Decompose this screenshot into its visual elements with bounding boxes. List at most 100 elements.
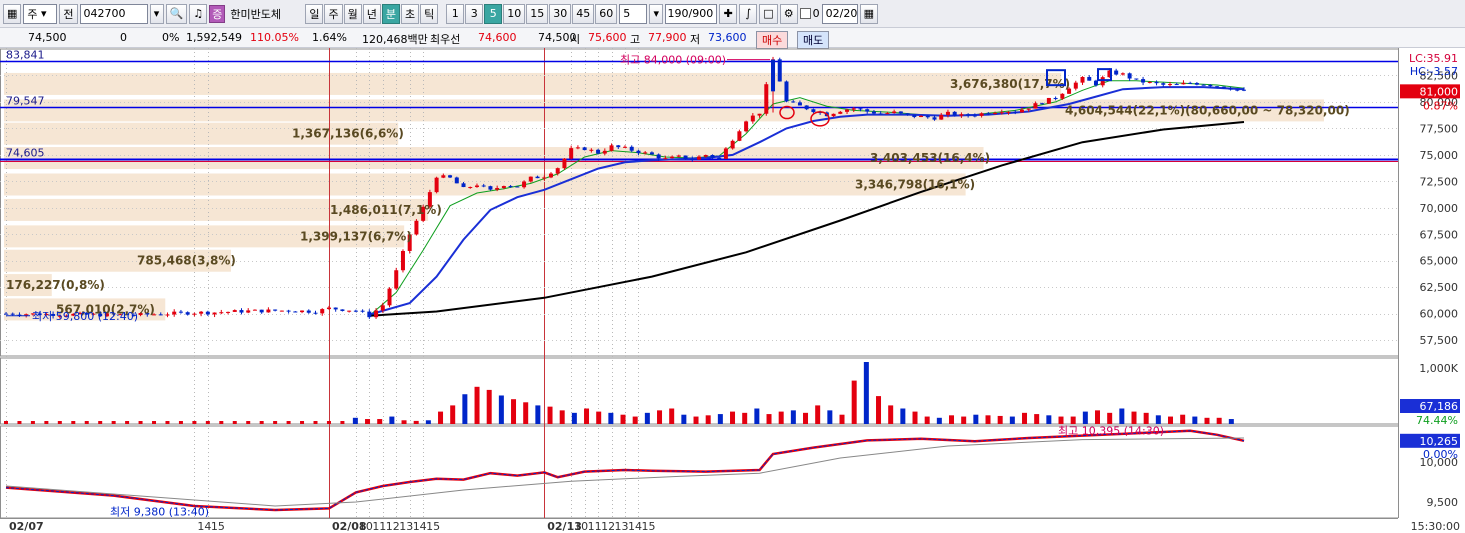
interval-dropdown-button[interactable]: ▾	[649, 3, 664, 24]
candle-body	[279, 310, 284, 312]
tab-period-6[interactable]: 틱	[420, 3, 439, 24]
chart-compare-icon[interactable]: ∫	[739, 3, 758, 24]
candle-body	[623, 146, 627, 148]
volume-pane[interactable]	[0, 357, 1399, 425]
tab-period-1[interactable]: 주	[324, 3, 343, 24]
calendar-icon[interactable]: ▦	[859, 3, 879, 24]
candle-body	[676, 155, 681, 157]
tab-period-3[interactable]: 년	[362, 3, 381, 24]
candle-body	[838, 111, 843, 114]
candle-body	[374, 310, 379, 318]
volume-bar	[620, 414, 626, 424]
candle-body	[488, 186, 493, 190]
volume-bar	[365, 419, 371, 424]
volume-bar	[851, 380, 857, 424]
date-input[interactable]: 02/20	[821, 3, 858, 24]
tab-interval-3[interactable]: 10	[503, 3, 526, 24]
low-annotation: 최저 59,800 (12:40)	[32, 310, 138, 323]
y-tick-label: 62,500	[1420, 281, 1459, 294]
interval-input[interactable]: 5	[619, 3, 648, 24]
tab-interval-2[interactable]: 5	[484, 3, 503, 24]
tab-period-2[interactable]: 월	[343, 3, 362, 24]
candle-body	[1147, 81, 1152, 83]
index-value-label: 10,265	[1420, 435, 1459, 448]
tab-period-4[interactable]: 분	[381, 3, 400, 24]
tab-interval-0[interactable]: 1	[446, 3, 465, 24]
sell-button[interactable]: 매도	[797, 31, 830, 49]
stock-code-input[interactable]: 042700	[79, 3, 148, 24]
index-high-annotation: 최고 10,395 (14:30)	[1058, 424, 1164, 437]
tab-interval-6[interactable]: 45	[572, 3, 595, 24]
tab-period-5[interactable]: 초	[400, 3, 420, 24]
candle-body	[986, 113, 991, 115]
volume-bar	[912, 411, 918, 424]
x-tick-label: 14	[197, 520, 211, 533]
volume-tick-label: 1,000K	[1419, 362, 1458, 375]
code-dropdown-button[interactable]: ▾	[149, 3, 164, 24]
chart-area[interactable]: 83,841 79,547 74,605 3,676,380(17,7%) 4,604,…	[0, 48, 1465, 533]
volume-bar	[1228, 419, 1234, 424]
date-checkbox[interactable]	[799, 8, 811, 19]
save-icon[interactable]: □	[759, 3, 778, 24]
candle-body	[1201, 84, 1206, 86]
candle-body	[4, 313, 8, 315]
candle-body	[10, 313, 15, 315]
candle-body	[259, 309, 264, 313]
gear-icon[interactable]: ⚙	[779, 3, 798, 24]
volume-bar	[608, 412, 614, 424]
candle-body	[454, 177, 459, 184]
candle-body	[239, 310, 244, 313]
candle-body	[919, 115, 924, 118]
volume-bar	[44, 421, 49, 424]
candle-body	[892, 111, 897, 114]
candle-body	[1006, 111, 1011, 113]
h-line-label: 74,605	[6, 147, 45, 160]
candle-body	[744, 121, 749, 132]
candle-body	[286, 310, 291, 312]
volume-bar	[985, 415, 991, 424]
volume-bar	[876, 396, 882, 424]
candle-body	[690, 158, 695, 160]
tab-interval-5[interactable]: 30	[549, 3, 572, 24]
candle-body	[434, 177, 439, 193]
open-label: 시	[570, 33, 581, 46]
candle-body	[643, 152, 648, 154]
candle-body	[959, 114, 964, 116]
buy-button[interactable]: 매수	[756, 31, 789, 49]
candle-body	[697, 156, 702, 160]
candle-body	[851, 108, 856, 110]
h-line-label: 83,841	[6, 49, 45, 62]
crosshair-icon[interactable]: ✚	[719, 3, 738, 24]
market-selector[interactable]: 주 ▾	[23, 3, 58, 24]
volume-bar	[273, 421, 278, 424]
tab-period-0[interactable]: 일	[305, 3, 324, 24]
x-tick-label: 02/07	[9, 520, 44, 533]
market-selector-value: 주	[27, 7, 38, 21]
y-tick-label: 75,000	[1420, 149, 1459, 162]
tab-interval-7[interactable]: 60	[595, 3, 618, 24]
volume-bar	[125, 421, 130, 424]
count-display[interactable]: 190/900	[665, 3, 718, 24]
search-icon-button[interactable]: ▦	[3, 3, 22, 24]
prev-button[interactable]: 전	[59, 3, 78, 24]
volume-bar	[498, 395, 504, 424]
candle-body	[771, 59, 776, 92]
speaker-icon[interactable]: ♫	[189, 3, 208, 24]
x-tick-label: 15	[211, 520, 225, 533]
volume-ratio-value: 110.05%	[250, 31, 299, 44]
candle-body	[649, 152, 654, 155]
volume-bar	[1022, 412, 1028, 424]
search-icon[interactable]: 🔍	[165, 3, 188, 24]
low-label: 저	[690, 33, 701, 46]
candle-body	[972, 115, 977, 117]
candle-body	[804, 105, 809, 110]
time-label: 15:30:00	[1411, 520, 1460, 533]
tab-interval-4[interactable]: 15	[526, 3, 549, 24]
change-value: 0	[120, 31, 127, 44]
x-tick-label: 12	[386, 520, 400, 533]
candle-body	[966, 114, 971, 116]
candle-body	[871, 111, 876, 114]
volume-bar	[924, 416, 930, 424]
tab-interval-1[interactable]: 3	[465, 3, 484, 24]
candle-body	[562, 158, 567, 169]
